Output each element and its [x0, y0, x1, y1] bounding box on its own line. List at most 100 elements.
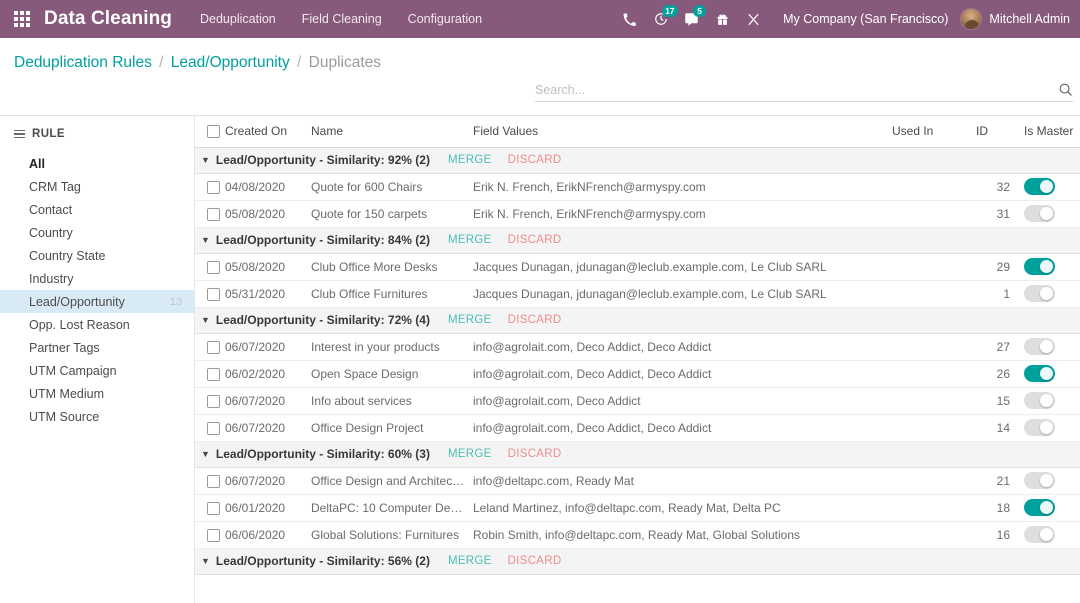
- sidebar-item-label: UTM Campaign: [29, 363, 117, 378]
- messages-icon[interactable]: 5: [676, 0, 707, 38]
- toggle-knob: [1040, 421, 1053, 434]
- column-id[interactable]: ID: [972, 116, 1014, 148]
- sidebar-item-opp-lost-reason[interactable]: Opp. Lost Reason: [0, 313, 194, 336]
- is-master-toggle[interactable]: [1024, 338, 1055, 355]
- cell-used-in: [888, 467, 972, 495]
- merge-button[interactable]: MERGE: [448, 314, 492, 326]
- group-row[interactable]: ▼ Lead/Opportunity - Similarity: 60% (3) M…: [195, 440, 1080, 468]
- table-row[interactable]: 06/02/2020 Open Space Design info@agrolait…: [195, 360, 1080, 388]
- sidebar-item-utm-medium[interactable]: UTM Medium: [0, 382, 194, 405]
- merge-button[interactable]: MERGE: [448, 234, 492, 246]
- row-checkbox[interactable]: [207, 394, 220, 408]
- search-icon[interactable]: [1058, 82, 1073, 97]
- table-row[interactable]: 06/01/2020 DeltaPC: 10 Computer Desks Lela…: [195, 494, 1080, 522]
- row-checkbox[interactable]: [207, 501, 220, 515]
- is-master-toggle[interactable]: [1024, 419, 1055, 436]
- discard-button[interactable]: DISCARD: [508, 154, 562, 166]
- is-master-toggle[interactable]: [1024, 285, 1055, 302]
- activity-clock-icon[interactable]: 17: [645, 0, 678, 38]
- table-row[interactable]: 05/08/2020 Quote for 150 carpets Erik N. F…: [195, 200, 1080, 228]
- phone-icon[interactable]: [614, 0, 645, 38]
- column-field-values[interactable]: Field Values: [469, 116, 888, 148]
- row-checkbox[interactable]: [207, 287, 220, 301]
- column-created-on[interactable]: Created On: [221, 116, 307, 148]
- row-checkbox[interactable]: [207, 474, 220, 488]
- toggle-knob: [1040, 207, 1053, 220]
- table-row[interactable]: 04/08/2020 Quote for 600 Chairs Erik N. Fr…: [195, 173, 1080, 201]
- group-row[interactable]: ▼ Lead/Opportunity - Similarity: 84% (2) M…: [195, 226, 1080, 254]
- sidebar-item-utm-source[interactable]: UTM Source: [0, 405, 194, 428]
- group-row[interactable]: ▼ Lead/Opportunity - Similarity: 72% (4) M…: [195, 306, 1080, 334]
- sidebar-item-utm-campaign[interactable]: UTM Campaign: [0, 359, 194, 382]
- sidebar-item-industry[interactable]: Industry: [0, 267, 194, 290]
- sidebar-item-all[interactable]: All: [0, 152, 194, 175]
- group-collapse-caret[interactable]: ▼: [201, 235, 210, 245]
- table-row[interactable]: 06/07/2020 Office Design Project info@agro…: [195, 414, 1080, 442]
- discard-button[interactable]: DISCARD: [508, 234, 562, 246]
- tools-icon[interactable]: [738, 0, 769, 38]
- row-checkbox[interactable]: [207, 528, 220, 542]
- sidebar-item-label: CRM Tag: [29, 179, 81, 194]
- table-row[interactable]: 06/07/2020 Interest in your products info@…: [195, 333, 1080, 361]
- is-master-toggle[interactable]: [1024, 365, 1055, 382]
- column-name[interactable]: Name: [307, 116, 469, 148]
- cell-field-values: info@agrolait.com, Deco Addict: [469, 387, 888, 415]
- row-checkbox[interactable]: [207, 260, 220, 274]
- search-input[interactable]: [535, 82, 1058, 97]
- group-collapse-caret[interactable]: ▼: [201, 556, 210, 566]
- merge-button[interactable]: MERGE: [448, 448, 492, 460]
- group-row[interactable]: ▼ Lead/Opportunity - Similarity: 92% (2) M…: [195, 146, 1080, 174]
- sidebar-item-country[interactable]: Country: [0, 221, 194, 244]
- row-checkbox[interactable]: [207, 180, 220, 194]
- merge-button[interactable]: MERGE: [448, 555, 492, 567]
- group-collapse-caret[interactable]: ▼: [201, 155, 210, 165]
- menu-item-configuration[interactable]: Configuration: [408, 12, 482, 26]
- row-checkbox[interactable]: [207, 340, 220, 354]
- breadcrumb-item-root[interactable]: Deduplication Rules: [14, 54, 152, 71]
- table-row[interactable]: 06/07/2020 Info about services info@agrola…: [195, 387, 1080, 415]
- breadcrumb-item-parent[interactable]: Lead/Opportunity: [171, 54, 290, 71]
- sidebar: RULE All CRM Tag Contact Country Country Sta…: [0, 116, 195, 603]
- is-master-toggle[interactable]: [1024, 499, 1055, 516]
- cell-is-master: [1014, 200, 1080, 228]
- row-checkbox[interactable]: [207, 421, 220, 435]
- group-title: Lead/Opportunity - Similarity: 84% (2): [215, 233, 430, 247]
- sidebar-item-lead-opportunity[interactable]: Lead/Opportunity 13: [0, 290, 194, 313]
- group-collapse-caret[interactable]: ▼: [201, 315, 210, 325]
- select-all-checkbox[interactable]: [207, 125, 220, 139]
- is-master-toggle[interactable]: [1024, 258, 1055, 275]
- apps-menu-button[interactable]: [0, 0, 44, 38]
- sidebar-item-contact[interactable]: Contact: [0, 198, 194, 221]
- row-checkbox[interactable]: [207, 207, 220, 221]
- cell-created-on: 05/08/2020: [221, 200, 307, 228]
- menu-item-deduplication[interactable]: Deduplication: [200, 12, 276, 26]
- cell-id: 32: [972, 173, 1014, 201]
- gift-icon[interactable]: [707, 0, 738, 38]
- column-used-in[interactable]: Used In: [888, 116, 972, 148]
- company-switcher[interactable]: My Company (San Francisco): [783, 12, 948, 26]
- row-checkbox[interactable]: [207, 367, 220, 381]
- is-master-toggle[interactable]: [1024, 205, 1055, 222]
- sidebar-item-crm-tag[interactable]: CRM Tag: [0, 175, 194, 198]
- table-row[interactable]: 05/08/2020 Club Office More Desks Jacques …: [195, 253, 1080, 281]
- is-master-toggle[interactable]: [1024, 472, 1055, 489]
- sidebar-item-country-state[interactable]: Country State: [0, 244, 194, 267]
- cell-field-values: Jacques Dunagan, jdunagan@leclub.example…: [469, 280, 888, 308]
- is-master-toggle[interactable]: [1024, 392, 1055, 409]
- group-collapse-caret[interactable]: ▼: [201, 449, 210, 459]
- merge-button[interactable]: MERGE: [448, 154, 492, 166]
- discard-button[interactable]: DISCARD: [508, 448, 562, 460]
- sidebar-item-partner-tags[interactable]: Partner Tags: [0, 336, 194, 359]
- table-row[interactable]: 06/07/2020 Office Design and Architecture…: [195, 467, 1080, 495]
- discard-button[interactable]: DISCARD: [508, 555, 562, 567]
- search-box[interactable]: [535, 82, 1073, 102]
- table-row[interactable]: 05/31/2020 Club Office Furnitures Jacques …: [195, 280, 1080, 308]
- column-is-master[interactable]: Is Master: [1014, 116, 1080, 148]
- group-row[interactable]: ▼ Lead/Opportunity - Similarity: 56% (2) M…: [195, 547, 1080, 575]
- is-master-toggle[interactable]: [1024, 178, 1055, 195]
- user-menu[interactable]: Mitchell Admin: [960, 8, 1070, 30]
- is-master-toggle[interactable]: [1024, 526, 1055, 543]
- discard-button[interactable]: DISCARD: [508, 314, 562, 326]
- table-row[interactable]: 06/06/2020 Global Solutions: Furnitures Ro…: [195, 521, 1080, 549]
- menu-item-field-cleaning[interactable]: Field Cleaning: [302, 12, 382, 26]
